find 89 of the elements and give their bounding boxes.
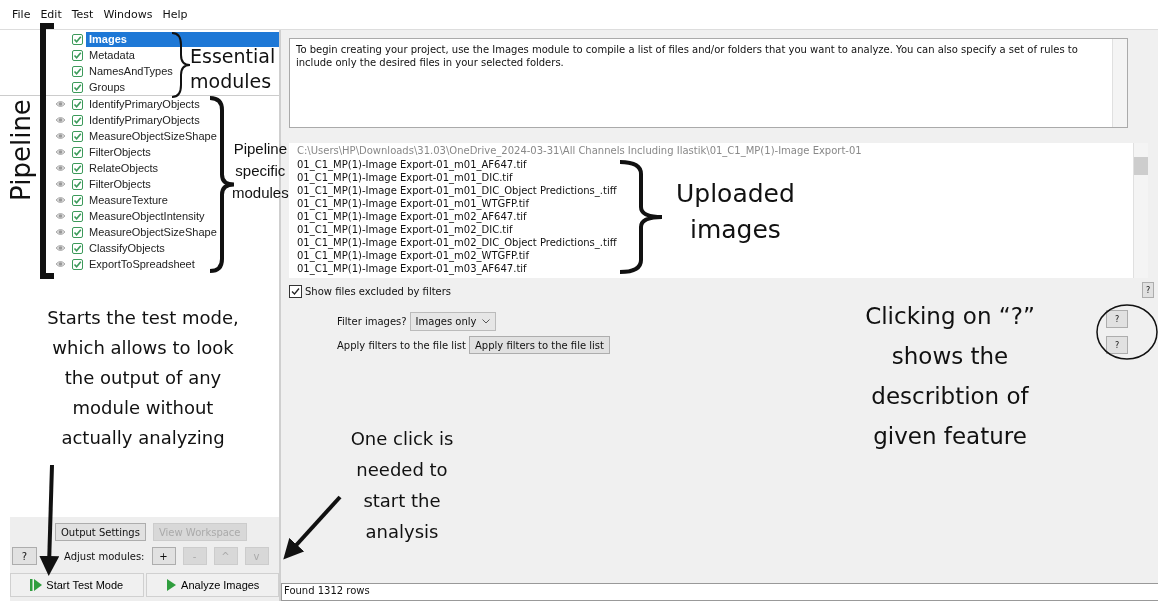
checkbox-icon[interactable] xyxy=(71,146,83,158)
checkbox-icon[interactable] xyxy=(71,210,83,222)
checkbox-icon[interactable] xyxy=(71,258,83,270)
brace-drawing xyxy=(171,32,191,98)
help-button[interactable]: ? xyxy=(1142,282,1154,298)
eye-icon xyxy=(54,259,66,269)
checkbox-icon[interactable] xyxy=(71,81,83,93)
filter-dropdown[interactable]: Images only xyxy=(409,311,497,331)
folder-path[interactable]: C:\Users\HP\Downloads\31.03\OneDrive_2024-03-31\All Channels Including Ilastik\01_C1_MP(1)-Image Export-01 xyxy=(297,144,862,158)
module-item[interactable]: Images xyxy=(86,31,279,47)
checkbox-label: Show files excluded by filters xyxy=(305,285,452,297)
annotation-text: Pipeline specific modules xyxy=(232,139,289,203)
field-label: Apply filters to the file list xyxy=(337,339,466,351)
eye-icon xyxy=(54,147,66,157)
module-item[interactable]: FilterObjects xyxy=(86,144,151,160)
module-item[interactable]: IdentifyPrimaryObjects xyxy=(86,112,200,128)
module-item[interactable]: Metadata xyxy=(86,47,135,63)
eye-icon xyxy=(54,243,66,253)
eye-icon xyxy=(54,131,66,141)
checkbox-icon[interactable] xyxy=(71,130,83,142)
apply-filters-button[interactable]: Apply filters to the file list xyxy=(468,336,610,354)
scrollbar[interactable] xyxy=(1112,39,1127,127)
file-item[interactable]: 01_C1_MP(1)-Image Export-01_m02_AF647.tif xyxy=(297,210,527,223)
eye-icon xyxy=(54,211,66,221)
checkbox-icon[interactable] xyxy=(71,49,83,61)
module-item[interactable]: RelateObjects xyxy=(86,160,159,176)
file-item[interactable]: 01_C1_MP(1)-Image Export-01_m01_AF647.tif xyxy=(297,158,527,171)
eye-icon xyxy=(54,163,66,173)
play-icon xyxy=(30,578,43,592)
module-item[interactable]: MeasureObjectIntensity xyxy=(86,208,205,224)
eye-icon xyxy=(54,99,66,109)
help-button[interactable]: ? xyxy=(1106,336,1128,354)
file-item[interactable]: 01_C1_MP(1)-Image Export-01_m02_DIC_Object Predictions_.tiff xyxy=(297,236,617,249)
checkbox-icon[interactable] xyxy=(71,114,83,126)
eye-icon xyxy=(54,195,66,205)
file-item[interactable]: 01_C1_MP(1)-Image Export-01_m02_WTGFP.tif xyxy=(297,249,529,262)
eye-icon xyxy=(54,115,66,125)
file-item[interactable]: 01_C1_MP(1)-Image Export-01_m01_WTGFP.tif xyxy=(297,197,529,210)
annotation-text: Essential modules xyxy=(190,44,276,94)
description-text: To begin creating your project, use the Images module to compile a list of files and/or folders that you want to analyze. You can also specify a set of rules to include only the desired files in your selected folders. xyxy=(295,43,1079,70)
checkbox-icon[interactable] xyxy=(71,178,83,190)
checkbox-icon[interactable] xyxy=(71,33,83,45)
module-item[interactable]: ClassifyObjects xyxy=(86,240,165,256)
checkbox-icon[interactable] xyxy=(71,242,83,254)
checkbox-icon[interactable] xyxy=(71,194,83,206)
caret-icon xyxy=(482,318,491,324)
menu-item[interactable]: Windows xyxy=(103,8,153,21)
circle-mark xyxy=(1096,304,1158,360)
menu-item[interactable]: File xyxy=(12,8,31,21)
eye-icon xyxy=(54,227,66,237)
adjust-modules-label: Adjust modules: xyxy=(64,550,145,562)
scrollbar[interactable] xyxy=(1133,143,1148,278)
checkbox-icon[interactable] xyxy=(71,98,83,110)
field-label: Filter images? xyxy=(337,315,407,327)
annotation-text: Clicking on “?” shows the describtion of given feature xyxy=(864,302,1036,451)
help-button[interactable]: ? xyxy=(1106,310,1128,328)
annotation-text: Starts the test mode, which allows to look the output of any module without actually analyzing xyxy=(46,306,240,450)
module-item[interactable]: FilterObjects xyxy=(86,176,151,192)
module-item[interactable]: Groups xyxy=(86,79,126,95)
adjust-button[interactable]: + xyxy=(151,547,176,565)
menu-item[interactable]: Help xyxy=(162,8,188,21)
start-test-mode-button[interactable]: Start Test Mode xyxy=(10,573,144,597)
file-item[interactable]: 01_C1_MP(1)-Image Export-01_m03_AF647.tif xyxy=(297,262,527,275)
annotation-text: Uploaded images xyxy=(676,178,795,246)
annotation-text: One click is needed to start the analysis xyxy=(349,427,455,544)
file-item[interactable]: 01_C1_MP(1)-Image Export-01_m01_DIC.tif xyxy=(297,171,513,184)
annotation-text: Pipeline xyxy=(6,98,36,203)
status-bar: Found 1312 rows xyxy=(281,583,1158,601)
help-button[interactable]: ? xyxy=(12,547,37,565)
menu-item[interactable]: Edit xyxy=(40,8,62,21)
module-item[interactable]: IdentifyPrimaryObjects xyxy=(86,96,200,112)
analyze-images-button[interactable]: Analyze Images xyxy=(145,573,279,597)
module-item[interactable]: NamesAndTypes xyxy=(86,63,173,79)
arrow xyxy=(283,495,342,560)
checkbox-icon[interactable] xyxy=(71,226,83,238)
eye-icon xyxy=(54,179,66,189)
module-item[interactable]: MeasureTexture xyxy=(86,192,168,208)
file-item[interactable]: 01_C1_MP(1)-Image Export-01_m01_DIC_Object Predictions_.tiff xyxy=(297,184,617,197)
checkbox[interactable] xyxy=(289,284,302,298)
module-item[interactable]: MeasureObjectSizeShape xyxy=(86,128,217,144)
checkbox-icon[interactable] xyxy=(71,162,83,174)
file-item[interactable]: 01_C1_MP(1)-Image Export-01_m02_DIC.tif xyxy=(297,223,513,236)
checkbox-icon[interactable] xyxy=(71,65,83,77)
play-icon xyxy=(165,578,178,592)
module-item[interactable]: MeasureObjectSizeShape xyxy=(86,224,217,240)
toolbar-button[interactable]: Output Settings xyxy=(55,523,146,541)
check-icon xyxy=(291,286,300,296)
menu-item[interactable]: Test xyxy=(71,8,94,21)
module-item[interactable]: ExportToSpreadsheet xyxy=(86,256,195,272)
